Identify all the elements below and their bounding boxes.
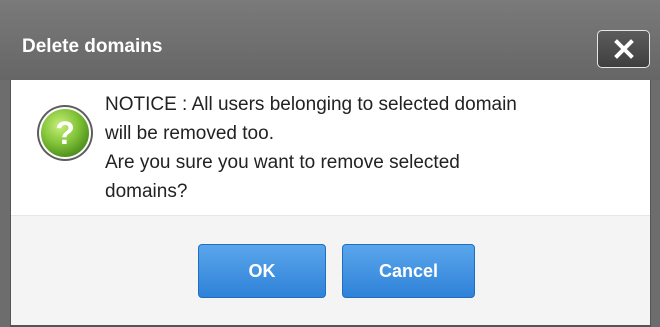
close-button[interactable] [597,30,650,68]
svg-text:?: ? [55,115,75,151]
divider [11,215,650,216]
message-line: domains? [105,181,188,202]
message-area: ? NOTICE : All users belonging to select… [11,80,650,215]
delete-domains-dialog: Delete domains ? NOTICE: All users belo… [0,0,660,327]
close-x-icon [613,39,634,59]
question-mark-icon: ? [37,105,93,161]
message-line: will be removed too. [105,123,274,144]
dialog-body: ? NOTICE : All users belonging to select… [10,80,651,325]
message-line: NOTICE : All users belonging to selected… [105,94,517,115]
message-line: Are you sure you want to remove selected [105,152,460,173]
ok-button[interactable]: OK [198,244,326,298]
dialog-titlebar: Delete domains [0,0,660,80]
cancel-button[interactable]: Cancel [342,244,475,298]
dialog-title: Delete domains [22,36,163,57]
confirmation-message: NOTICE : All users belonging to selected… [105,90,650,206]
